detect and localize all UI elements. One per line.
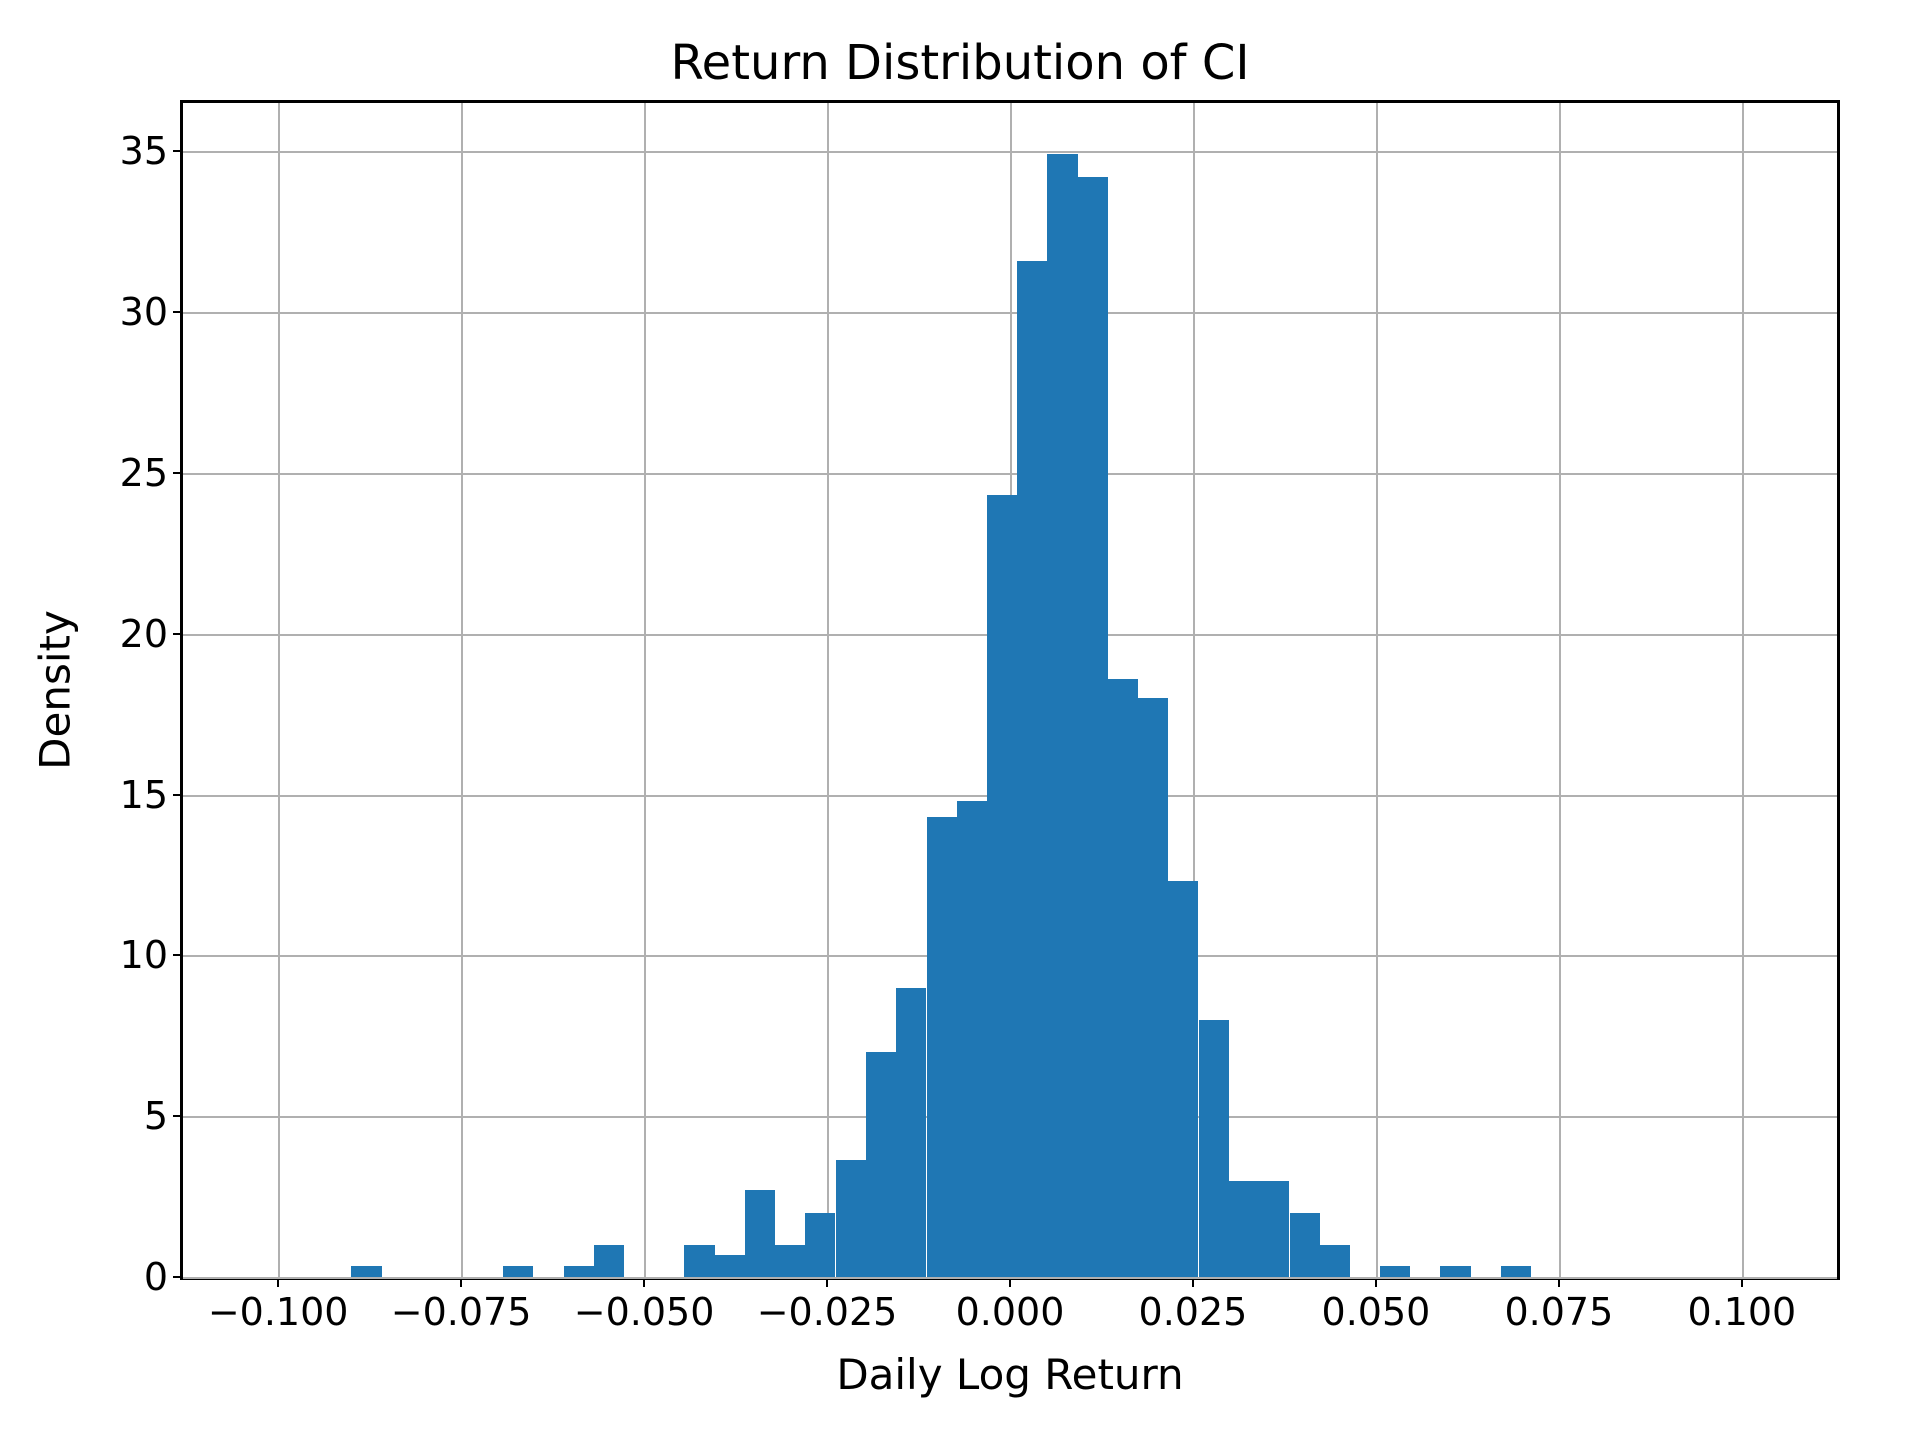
tick-mark: [173, 1115, 183, 1117]
x-tick-label: 0.075: [1504, 1290, 1613, 1334]
y-tick-label: 25: [120, 451, 168, 495]
y-tick-label: 15: [120, 773, 168, 817]
y-tick-label: 35: [120, 129, 168, 173]
plot-area: [180, 100, 1840, 1280]
x-tick-label: −0.100: [208, 1290, 349, 1334]
histogram-bar: [1290, 1213, 1320, 1277]
histogram-bar: [1259, 1181, 1289, 1277]
histogram-bar: [1199, 1020, 1229, 1277]
grid-line-h: [183, 473, 1837, 475]
histogram-bar: [927, 817, 957, 1277]
tick-mark: [173, 954, 183, 956]
histogram-bar: [564, 1266, 594, 1277]
x-tick-label: −0.025: [757, 1290, 898, 1334]
histogram-bar: [957, 801, 987, 1277]
histogram-bar: [866, 1052, 896, 1277]
grid-line-v: [1742, 103, 1744, 1277]
histogram-bar: [594, 1245, 624, 1277]
grid-line-v: [827, 103, 829, 1277]
histogram-bar: [805, 1213, 835, 1277]
tick-mark: [173, 311, 183, 313]
histogram-bar: [1168, 881, 1198, 1277]
histogram-bar: [1017, 261, 1047, 1277]
histogram-bar: [1380, 1266, 1410, 1277]
histogram-bar: [987, 495, 1017, 1277]
tick-mark: [173, 1276, 183, 1278]
histogram-bar: [1501, 1266, 1531, 1277]
histogram-bar: [1108, 679, 1138, 1277]
x-tick-label: −0.075: [391, 1290, 532, 1334]
y-tick-label: 20: [120, 612, 168, 656]
y-tick-label: 30: [120, 290, 168, 334]
x-axis-label: Daily Log Return: [180, 1350, 1840, 1399]
grid-line-v: [461, 103, 463, 1277]
histogram-bar: [1320, 1245, 1350, 1277]
x-tick-label: 0.000: [956, 1290, 1065, 1334]
tick-mark: [173, 794, 183, 796]
histogram-bar: [1077, 177, 1107, 1277]
histogram-bar: [351, 1266, 381, 1277]
histogram-bar: [775, 1245, 805, 1277]
histogram-bar: [1440, 1266, 1470, 1277]
histogram-bar: [1047, 154, 1077, 1277]
x-tick-label: 0.025: [1139, 1290, 1248, 1334]
x-tick-label: 0.100: [1687, 1290, 1796, 1334]
x-tick-label: 0.050: [1322, 1290, 1431, 1334]
histogram-bar: [1138, 698, 1168, 1277]
y-tick-label: 10: [120, 933, 168, 977]
y-axis-label: Density: [31, 610, 80, 770]
chart-title: Return Distribution of CI: [0, 35, 1920, 91]
tick-mark: [173, 633, 183, 635]
histogram-bar: [1229, 1181, 1259, 1277]
grid-line-v: [278, 103, 280, 1277]
grid-line-v: [1559, 103, 1561, 1277]
y-tick-label: 5: [144, 1094, 168, 1138]
grid-line-v: [1376, 103, 1378, 1277]
histogram-bar: [836, 1160, 866, 1277]
figure: Return Distribution of CI Daily Log Retu…: [0, 0, 1920, 1440]
histogram-bar: [503, 1266, 533, 1277]
histogram-bar: [714, 1255, 744, 1278]
histogram-bar: [896, 988, 926, 1277]
y-tick-label: 0: [144, 1255, 168, 1299]
grid-line-h: [183, 151, 1837, 153]
grid-line-h: [183, 312, 1837, 314]
grid-line-h: [183, 1277, 1837, 1279]
tick-mark: [173, 150, 183, 152]
tick-mark: [173, 472, 183, 474]
grid-line-v: [644, 103, 646, 1277]
x-tick-label: −0.050: [574, 1290, 715, 1334]
histogram-bar: [684, 1245, 714, 1277]
histogram-bar: [745, 1190, 775, 1277]
